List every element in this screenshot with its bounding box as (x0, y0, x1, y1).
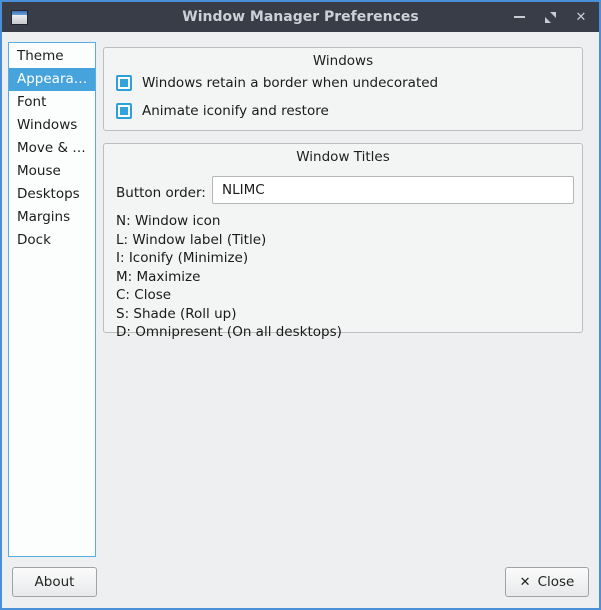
sidebar-item-move[interactable]: Move & … (9, 137, 95, 160)
checkbox-checked-fill (120, 79, 128, 87)
window-titles-group-title: Window Titles (104, 149, 582, 165)
window-manager-preferences-dialog: Window Manager Preferences ✕ Theme Appea… (0, 0, 601, 610)
legend-line-d: D: Omnipresent (On all desktops) (116, 323, 342, 342)
legend-line-n: N: Window icon (116, 212, 342, 231)
sidebar-item-desktops[interactable]: Desktops (9, 183, 95, 206)
window-title: Window Manager Preferences (2, 9, 599, 25)
sidebar-item-font[interactable]: Font (9, 91, 95, 114)
close-window-icon: ✕ (576, 11, 587, 24)
about-button[interactable]: About (12, 567, 97, 597)
minimize-button[interactable] (512, 10, 526, 24)
sidebar-item-appearance[interactable]: Appeara… (9, 68, 95, 91)
legend-line-l: L: Window label (Title) (116, 231, 342, 250)
sidebar-item-theme[interactable]: Theme (9, 45, 95, 68)
windows-group: Windows Windows retain a border when und… (103, 47, 583, 131)
close-button-icon: ✕ (520, 575, 531, 590)
checkbox-row-animate-iconify[interactable]: Animate iconify and restore (116, 103, 329, 119)
close-window-button[interactable]: ✕ (574, 10, 588, 24)
checkbox-checked-fill (120, 107, 128, 115)
legend-line-s: S: Shade (Roll up) (116, 305, 342, 324)
maximize-icon (544, 11, 557, 24)
titlebar[interactable]: Window Manager Preferences ✕ (2, 2, 599, 32)
window-titles-group: Window Titles Button order: N: Window ic… (103, 143, 583, 333)
button-order-legend: N: Window icon L: Window label (Title) I… (116, 212, 342, 342)
dialog-body: Theme Appeara… Font Windows Move & … Mou… (2, 32, 599, 608)
legend-line-c: C: Close (116, 286, 342, 305)
button-order-input[interactable] (212, 176, 574, 204)
checkbox-row-border-undecorated[interactable]: Windows retain a border when undecorated (116, 75, 438, 91)
titlebar-controls: ✕ (512, 10, 588, 24)
checkbox-animate-iconify-icon[interactable] (116, 103, 132, 119)
sidebar-item-dock[interactable]: Dock (9, 229, 95, 252)
windows-group-title: Windows (104, 53, 582, 69)
sidebar-item-windows[interactable]: Windows (9, 114, 95, 137)
window-app-icon (11, 10, 28, 25)
checkbox-border-undecorated-icon[interactable] (116, 75, 132, 91)
maximize-button[interactable] (543, 10, 557, 24)
legend-line-i: I: Iconify (Minimize) (116, 249, 342, 268)
minimize-icon (514, 16, 525, 18)
checkbox-animate-iconify-label: Animate iconify and restore (142, 103, 329, 119)
close-button-label: Close (538, 574, 575, 590)
sidebar-item-margins[interactable]: Margins (9, 206, 95, 229)
about-button-label: About (35, 574, 75, 590)
sidebar-list: Theme Appeara… Font Windows Move & … Mou… (8, 42, 96, 557)
button-order-label: Button order: (116, 185, 206, 201)
checkbox-border-undecorated-label: Windows retain a border when undecorated (142, 75, 438, 91)
sidebar-item-mouse[interactable]: Mouse (9, 160, 95, 183)
close-button[interactable]: ✕ Close (505, 567, 589, 597)
legend-line-m: M: Maximize (116, 268, 342, 287)
